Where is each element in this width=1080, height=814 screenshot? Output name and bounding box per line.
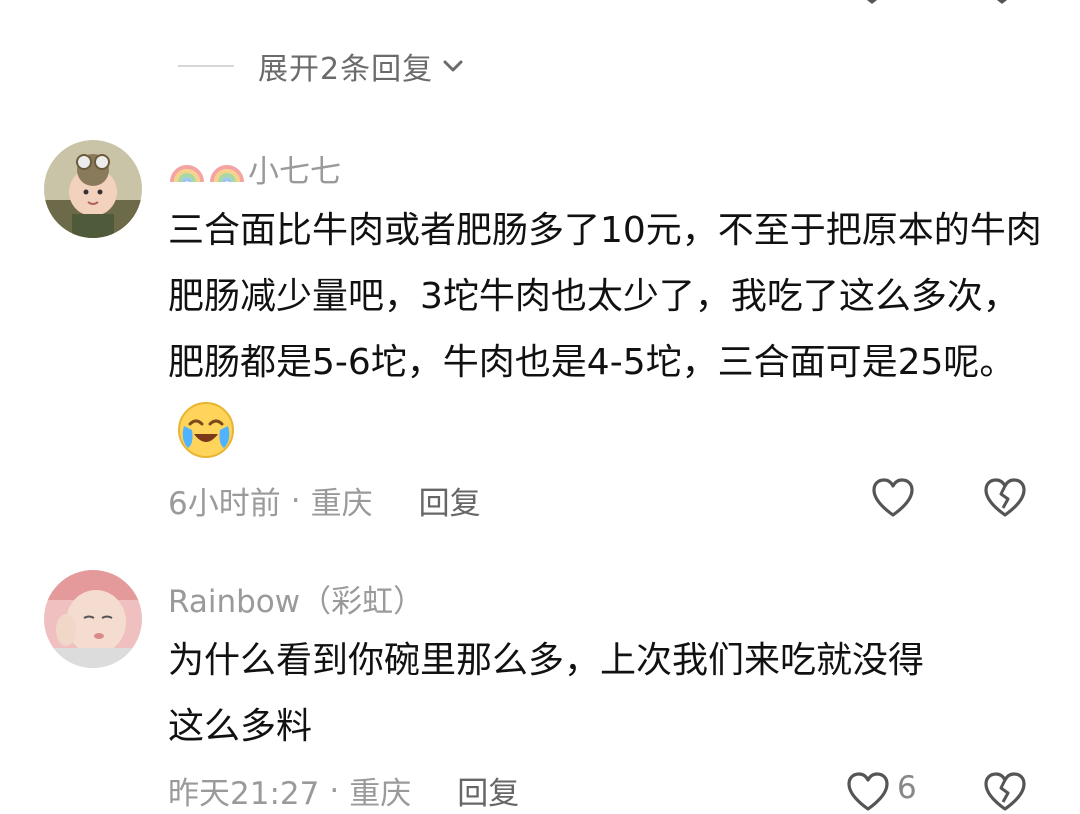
expand-replies-label: 展开2条回复 (258, 52, 434, 87)
avatar[interactable] (44, 570, 142, 668)
heart-icon[interactable] (846, 770, 890, 814)
heart-icon[interactable] (855, 0, 889, 4)
expand-replies-button[interactable]: 展开2条回复 (178, 44, 467, 88)
meta-separator: · (329, 772, 340, 809)
crying-laughing-emoji (178, 402, 234, 458)
comment-time: 昨天21:27 (168, 776, 320, 812)
rainbow-icon (170, 164, 204, 182)
reply-button[interactable]: 回复 (419, 478, 481, 523)
broken-heart-icon[interactable] (983, 770, 1027, 814)
chevron-down-icon (443, 60, 463, 72)
comment-time: 6小时前 (168, 486, 281, 522)
rainbow-icon (210, 164, 244, 182)
broken-heart-icon[interactable] (985, 0, 1019, 4)
comment-text: 三合面比牛肉或者肥肠多了10元，不至于把原本的牛肉肥肠减少量吧，3坨牛肉也太少了… (168, 198, 1048, 462)
comment-body: 三合面比牛肉或者肥肠多了10元，不至于把原本的牛肉肥肠减少量吧，3坨牛肉也太少了… (168, 210, 1042, 383)
heart-icon[interactable] (871, 476, 915, 520)
comment-body-line: 为什么看到你碗里那么多，上次我们来吃就没得 (168, 640, 925, 681)
comment-location: 重庆 (310, 486, 373, 522)
comment-location: 重庆 (349, 776, 412, 812)
username-label: Rainbow（彩虹） (168, 584, 425, 620)
reply-button[interactable]: 回复 (457, 768, 519, 813)
meta-separator: · (290, 482, 301, 519)
comment-body-line: 这么多料 (168, 706, 313, 747)
comment-meta: 昨天21:27 · 重庆 回复 (168, 768, 519, 813)
username-label: 小七七 (248, 154, 341, 190)
comment-meta: 6小时前 · 重庆 回复 (168, 478, 481, 523)
comment-username[interactable]: 小七七 (168, 146, 341, 191)
broken-heart-icon[interactable] (983, 476, 1027, 520)
avatar[interactable] (44, 140, 142, 238)
comment-username[interactable]: Rainbow（彩虹） (168, 576, 424, 621)
comment-text: 为什么看到你碗里那么多，上次我们来吃就没得 这么多料 (168, 628, 1048, 760)
expand-divider (178, 65, 234, 67)
